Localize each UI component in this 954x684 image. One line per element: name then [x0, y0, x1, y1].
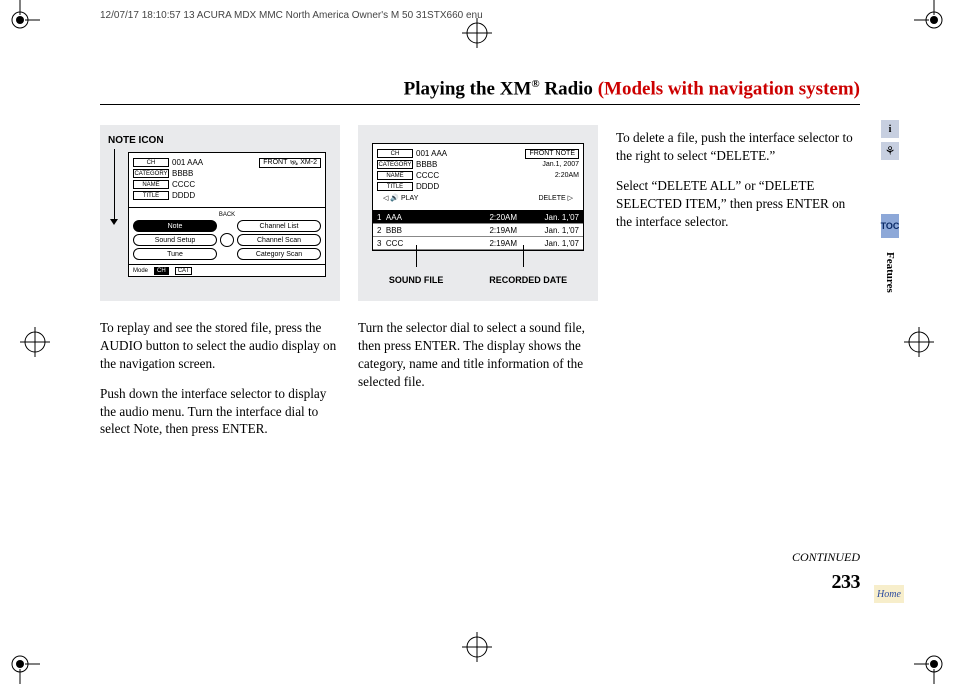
cat-tag: CATEGORY	[377, 160, 413, 169]
title-before: Playing the XM	[404, 78, 532, 99]
crop-mark-icon	[914, 0, 954, 40]
features-tab[interactable]: Features	[881, 242, 899, 302]
menu-note: Note	[133, 220, 217, 232]
list-item: 3 CCC2:19AMJan. 1,'07	[373, 237, 583, 250]
ch-btn: CH	[154, 267, 169, 275]
print-header: 12/07/17 18:10:57 13 ACURA MDX MMC North…	[100, 10, 483, 21]
figure-2: CH 001 AAA FRONT NOTE CATEGORYBBBB Jan.1…	[358, 125, 598, 301]
car-tab[interactable]: ⚘	[881, 142, 899, 160]
knob-icon	[220, 233, 234, 247]
menu-sound-setup: Sound Setup	[133, 234, 217, 246]
ch-tag: CH	[133, 158, 169, 167]
mode-label: Mode	[133, 268, 148, 274]
crop-mark-icon	[0, 0, 40, 40]
col3-p2: Select “DELETE ALL” or “DELETE SELECTED …	[616, 177, 856, 230]
nav-screen-mock-1: CH 001 AAA FRONT 🛰 XM-2 CATEGORYBBBB NAM…	[128, 152, 326, 277]
callout-line	[523, 245, 524, 267]
menu-tune: Tune	[133, 248, 217, 260]
cat-value: BBBB	[172, 169, 193, 178]
title-rule	[100, 104, 860, 105]
registration-mark-icon	[20, 327, 50, 357]
file-list: 1 AAA2:20AMJan. 1,'07 2 BBB2:19AMJan. 1,…	[373, 210, 583, 250]
page-title: Playing the XM® Radio (Models with navig…	[100, 78, 860, 104]
col2-p1: Turn the selector dial to select a sound…	[358, 319, 598, 390]
col1-p1: To replay and see the stored file, press…	[100, 319, 340, 372]
title-red: (Models with navigation system)	[598, 78, 860, 99]
front-note-badge: FRONT NOTE	[525, 149, 579, 159]
cat-tag: CATEGORY	[133, 169, 169, 178]
ch-value: 001 AAA	[172, 158, 203, 167]
registration-mark-icon	[462, 18, 492, 48]
title-sup: ®	[531, 78, 539, 90]
figure-1-label: NOTE ICON	[108, 135, 332, 146]
callout-line	[114, 149, 115, 221]
play-label: PLAY	[401, 195, 418, 202]
list-item: 2 BBB2:19AMJan. 1,'07	[373, 224, 583, 237]
ch-tag: CH	[377, 149, 413, 158]
cat-btn: CAT	[175, 267, 193, 275]
title-mid: Radio	[540, 78, 598, 99]
sound-file-label: SOUND FILE	[389, 275, 444, 285]
name-tag: NAME	[377, 171, 413, 180]
front-xm-badge: FRONT 🛰 XM-2	[259, 158, 321, 168]
side-tabs: i ⚘ TOC Features Home	[881, 120, 899, 302]
figure-1: NOTE ICON CH 001 AAA FRONT 🛰 XM-2 CATEGO…	[100, 125, 340, 301]
crop-mark-icon	[0, 644, 40, 684]
toc-tab[interactable]: TOC	[881, 214, 899, 238]
title-value: DDDD	[172, 191, 195, 200]
home-tab[interactable]: Home	[874, 585, 904, 603]
delete-label: DELETE	[538, 195, 565, 202]
date-value: Jan.1, 2007	[542, 161, 579, 168]
ch-value: 001 AAA	[416, 149, 447, 158]
menu-channel-scan: Channel Scan	[237, 234, 321, 246]
callout-line	[416, 245, 417, 267]
name-tag: NAME	[133, 180, 169, 189]
menu-category-scan: Category Scan	[237, 248, 321, 260]
col1-p2: Push down the interface selector to disp…	[100, 385, 340, 438]
continued-label: CONTINUED	[100, 550, 860, 565]
title-tag: TITLE	[133, 191, 169, 200]
nav-screen-mock-2: CH 001 AAA FRONT NOTE CATEGORYBBBB Jan.1…	[372, 143, 584, 251]
arrow-down-icon	[110, 219, 118, 225]
recorded-date-label: RECORDED DATE	[489, 275, 567, 285]
page-number: 233	[100, 571, 860, 594]
name-value: CCCC	[172, 180, 195, 189]
list-item: 1 AAA2:20AMJan. 1,'07	[373, 211, 583, 224]
crop-mark-icon	[914, 644, 954, 684]
registration-mark-icon	[904, 327, 934, 357]
title-tag: TITLE	[377, 182, 413, 191]
registration-mark-icon	[462, 632, 492, 662]
menu-channel-list: Channel List	[237, 220, 321, 232]
info-tab[interactable]: i	[881, 120, 899, 138]
time-value: 2:20AM	[555, 172, 579, 179]
back-label: BACK	[133, 212, 321, 218]
col3-p1: To delete a file, push the interface sel…	[616, 129, 856, 165]
